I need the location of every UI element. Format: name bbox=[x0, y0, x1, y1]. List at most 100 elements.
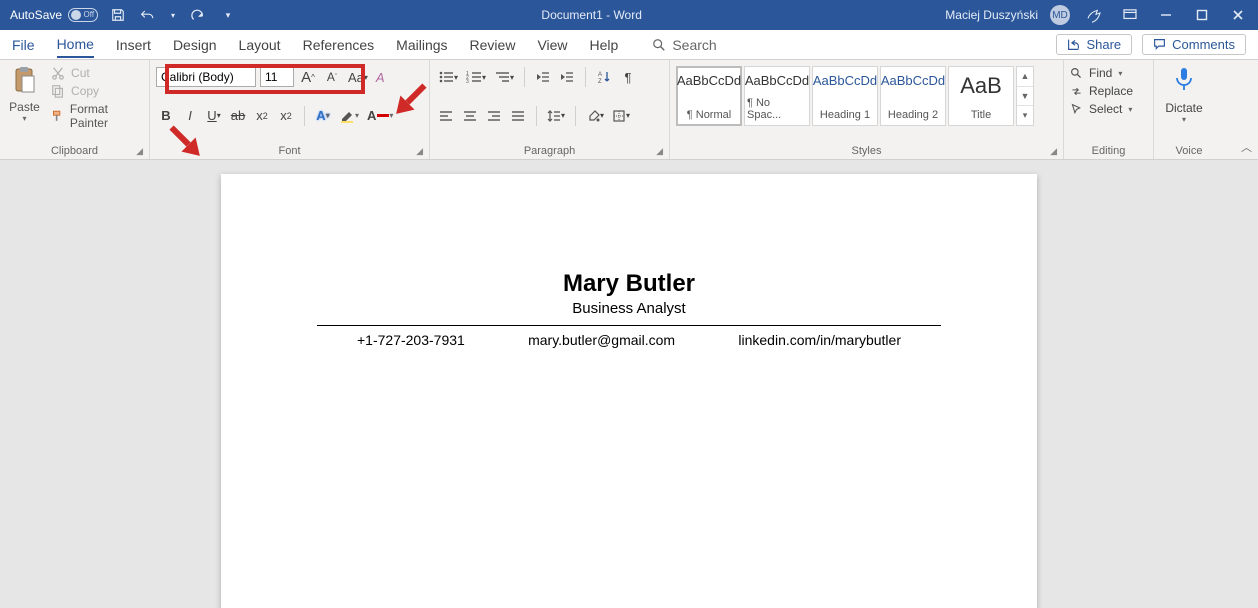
paste-icon bbox=[6, 66, 43, 98]
resume-name[interactable]: Mary Butler bbox=[317, 270, 941, 298]
align-center-button[interactable] bbox=[460, 105, 480, 127]
resume-divider bbox=[317, 325, 941, 326]
line-spacing-button[interactable]: ▾ bbox=[545, 105, 567, 127]
collapse-ribbon-button[interactable]: ︿ bbox=[1241, 139, 1252, 155]
coming-soon-icon[interactable] bbox=[1082, 3, 1106, 27]
style-no-spacing[interactable]: AaBbCcDd¶ No Spac... bbox=[744, 66, 810, 126]
clipboard-dialog-launcher[interactable]: ◢ bbox=[136, 146, 143, 157]
microphone-icon bbox=[1160, 66, 1208, 99]
resume-phone[interactable]: +1-727-203-7931 bbox=[357, 332, 465, 348]
replace-button[interactable]: Replace bbox=[1070, 84, 1147, 98]
show-marks-button[interactable]: ¶ bbox=[618, 66, 638, 88]
format-painter-button[interactable]: Format Painter bbox=[51, 102, 143, 130]
font-dialog-launcher[interactable]: ◢ bbox=[416, 146, 423, 157]
underline-button[interactable]: U▾ bbox=[204, 105, 224, 127]
highlight-button[interactable]: ▾ bbox=[337, 105, 361, 127]
tab-view[interactable]: View bbox=[537, 33, 567, 57]
tab-references[interactable]: References bbox=[303, 33, 375, 57]
ribbon-tabs: File Home Insert Design Layout Reference… bbox=[0, 30, 1258, 60]
redo-button[interactable] bbox=[188, 5, 208, 25]
justify-button[interactable] bbox=[508, 105, 528, 127]
user-name[interactable]: Maciej Duszyński bbox=[945, 8, 1038, 22]
dictate-button[interactable]: Dictate ▾ bbox=[1160, 66, 1208, 124]
tab-design[interactable]: Design bbox=[173, 33, 217, 57]
bold-button[interactable]: B bbox=[156, 105, 176, 127]
style-normal[interactable]: AaBbCcDd¶ Normal bbox=[676, 66, 742, 126]
styles-dialog-launcher[interactable]: ◢ bbox=[1050, 146, 1057, 157]
borders-button[interactable]: ▾ bbox=[610, 105, 632, 127]
avatar[interactable]: MD bbox=[1050, 5, 1070, 25]
font-size-input[interactable] bbox=[260, 67, 294, 87]
share-button[interactable]: Share bbox=[1056, 34, 1132, 55]
superscript-button[interactable]: x2 bbox=[276, 105, 296, 127]
tab-home[interactable]: Home bbox=[57, 32, 94, 58]
replace-icon bbox=[1070, 85, 1083, 98]
select-button[interactable]: Select▾ bbox=[1070, 102, 1147, 116]
search-icon bbox=[1070, 67, 1083, 80]
autosave-toggle[interactable]: AutoSave Off bbox=[10, 8, 98, 22]
resume-contacts[interactable]: +1-727-203-7931 mary.butler@gmail.com li… bbox=[317, 332, 941, 348]
tab-help[interactable]: Help bbox=[590, 33, 619, 57]
copy-button[interactable]: Copy bbox=[51, 84, 143, 98]
document-canvas[interactable]: Mary Butler Business Analyst +1-727-203-… bbox=[0, 160, 1258, 608]
style-title[interactable]: AaBTitle bbox=[948, 66, 1014, 126]
style-heading1[interactable]: AaBbCcDdHeading 1 bbox=[812, 66, 878, 126]
text-effects-button[interactable]: A▾ bbox=[313, 105, 333, 127]
minimize-button[interactable] bbox=[1154, 3, 1178, 27]
highlight-icon bbox=[339, 108, 355, 124]
ribbon: Paste ▾ Cut Copy Format Painter Clipboar… bbox=[0, 60, 1258, 160]
font-name-input[interactable] bbox=[156, 67, 256, 87]
qat-customize[interactable]: ▾ bbox=[218, 5, 238, 25]
tab-review[interactable]: Review bbox=[470, 33, 516, 57]
numbering-button[interactable]: 123▾ bbox=[464, 66, 488, 88]
close-button[interactable] bbox=[1226, 3, 1250, 27]
change-case-button[interactable]: Aa▾ bbox=[346, 66, 370, 88]
autosave-label: AutoSave bbox=[10, 8, 62, 22]
align-right-button[interactable] bbox=[484, 105, 504, 127]
comments-button[interactable]: Comments bbox=[1142, 34, 1246, 55]
tab-layout[interactable]: Layout bbox=[239, 33, 281, 57]
paste-button[interactable]: Paste ▾ bbox=[6, 66, 43, 130]
align-left-button[interactable] bbox=[436, 105, 456, 127]
increase-indent-button[interactable] bbox=[557, 66, 577, 88]
decrease-indent-button[interactable] bbox=[533, 66, 553, 88]
ribbon-display-icon[interactable] bbox=[1118, 3, 1142, 27]
undo-button[interactable] bbox=[138, 5, 158, 25]
tab-file[interactable]: File bbox=[12, 33, 35, 57]
cut-icon bbox=[51, 66, 65, 80]
paint-bucket-icon bbox=[586, 109, 600, 123]
tell-me-search[interactable]: Search bbox=[652, 37, 716, 53]
search-icon bbox=[652, 38, 666, 52]
style-heading2[interactable]: AaBbCcDdHeading 2 bbox=[880, 66, 946, 126]
paragraph-dialog-launcher[interactable]: ◢ bbox=[656, 146, 663, 157]
find-button[interactable]: Find▾ bbox=[1070, 66, 1147, 80]
copy-icon bbox=[51, 84, 65, 98]
resume-email[interactable]: mary.butler@gmail.com bbox=[528, 332, 675, 348]
share-icon bbox=[1067, 38, 1080, 51]
document-page[interactable]: Mary Butler Business Analyst +1-727-203-… bbox=[221, 174, 1037, 608]
styles-scroll[interactable]: ▲▼▾ bbox=[1016, 66, 1034, 126]
tab-mailings[interactable]: Mailings bbox=[396, 33, 447, 57]
document-title: Document1 - Word bbox=[238, 8, 945, 22]
strikethrough-button[interactable]: ab bbox=[228, 105, 248, 127]
maximize-button[interactable] bbox=[1190, 3, 1214, 27]
subscript-button[interactable]: x2 bbox=[252, 105, 272, 127]
cut-button[interactable]: Cut bbox=[51, 66, 143, 80]
grow-font-button[interactable]: A^ bbox=[298, 66, 318, 88]
italic-button[interactable]: I bbox=[180, 105, 200, 127]
shading-button[interactable]: ▾ bbox=[584, 105, 606, 127]
resume-title[interactable]: Business Analyst bbox=[317, 300, 941, 317]
save-icon[interactable] bbox=[108, 5, 128, 25]
svg-text:A: A bbox=[598, 72, 602, 78]
group-styles: AaBbCcDd¶ Normal AaBbCcDd¶ No Spac... Aa… bbox=[670, 60, 1064, 159]
shrink-font-button[interactable]: Aˇ bbox=[322, 66, 342, 88]
bullets-button[interactable]: ▾ bbox=[436, 66, 460, 88]
font-color-button[interactable]: A▾ bbox=[365, 105, 395, 127]
clear-formatting-button[interactable]: A⃠ bbox=[374, 66, 396, 88]
multilevel-list-button[interactable]: ▾ bbox=[492, 66, 516, 88]
tab-insert[interactable]: Insert bbox=[116, 33, 151, 57]
undo-dropdown[interactable]: ▾ bbox=[168, 5, 178, 25]
resume-linkedin[interactable]: linkedin.com/in/marybutler bbox=[738, 332, 901, 348]
autosave-switch[interactable]: Off bbox=[68, 8, 98, 22]
sort-button[interactable]: AZ bbox=[594, 66, 614, 88]
